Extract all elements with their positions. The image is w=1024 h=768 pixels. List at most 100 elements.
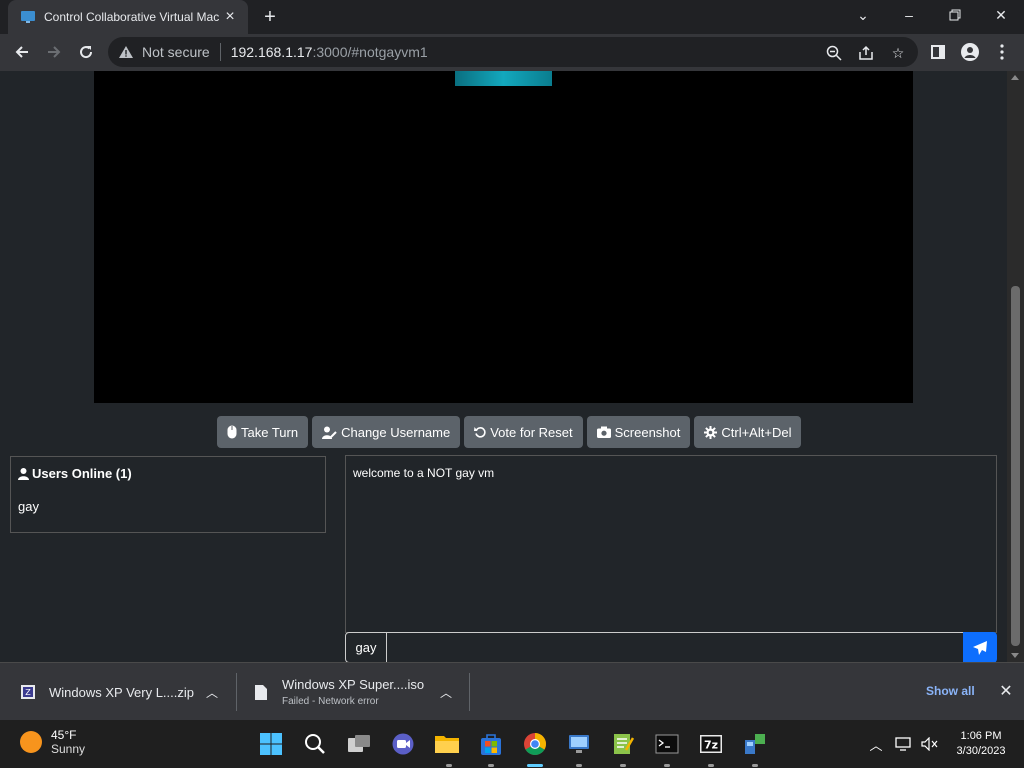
taskbar-search-button[interactable]: [300, 729, 330, 759]
tray-display-icon[interactable]: [894, 734, 914, 754]
chrome-running-indicator: [527, 764, 543, 767]
restore-icon: [949, 9, 961, 21]
folder-icon: [435, 736, 459, 753]
restore-button[interactable]: [932, 0, 978, 30]
download-shelf: Z Windows XP Very L....zip ︿ Windows XP …: [0, 662, 1024, 720]
profile-button[interactable]: [956, 38, 984, 66]
7zip-icon: 7z: [700, 735, 722, 753]
download-item[interactable]: Z Windows XP Very L....zip: [20, 663, 194, 721]
profile-avatar-icon: [961, 43, 979, 61]
weather-widget[interactable]: 45°F Sunny: [20, 728, 85, 756]
vm-display[interactable]: [94, 71, 913, 403]
vote-reset-button[interactable]: Vote for Reset: [464, 416, 583, 448]
share-icon[interactable]: [857, 44, 875, 62]
scroll-up-icon[interactable]: [1011, 75, 1019, 80]
monitor-favicon-icon: [21, 11, 35, 23]
start-button[interactable]: [256, 729, 286, 759]
chat-log: welcome to a NOT gay vm: [345, 455, 997, 633]
vm-display-window-fragment: [455, 71, 552, 86]
download-divider: [469, 673, 470, 711]
running-indicator: [446, 764, 452, 767]
screenshot-button[interactable]: Screenshot: [586, 416, 691, 448]
browser-tab[interactable]: Control Collaborative Virtual Machine ×: [8, 0, 248, 34]
weather-text: 45°F Sunny: [51, 728, 85, 756]
window-close-button[interactable]: ✕: [978, 0, 1024, 30]
file-explorer-button[interactable]: [432, 729, 462, 759]
tab-search-chevron-icon[interactable]: ⌄: [840, 0, 886, 30]
running-indicator: [620, 764, 626, 767]
download-chevron-up-icon[interactable]: ︿: [205, 685, 219, 700]
scrollbar-thumb[interactable]: [1011, 286, 1020, 646]
new-tab-button[interactable]: +: [258, 5, 282, 29]
weather-condition: Sunny: [51, 742, 86, 756]
security-label[interactable]: Not secure: [142, 44, 210, 60]
microsoft-store-button[interactable]: [476, 729, 506, 759]
forward-arrow-icon: [48, 46, 61, 58]
running-indicator: [664, 764, 670, 767]
video-chat-icon: [392, 733, 414, 755]
running-indicator: [708, 764, 714, 767]
system-clock[interactable]: 1:06 PM 3/30/2023: [948, 729, 1014, 759]
side-panel-button[interactable]: [924, 38, 952, 66]
rotate-left-icon: [474, 427, 486, 438]
tab-close-icon[interactable]: ×: [220, 7, 240, 27]
weather-temperature: 45°F: [51, 728, 77, 742]
network-tool-icon: [745, 734, 765, 754]
terminal-icon: [655, 734, 679, 754]
notepad-icon: [614, 734, 634, 754]
terminal-button[interactable]: [652, 729, 682, 759]
send-button[interactable]: [963, 632, 997, 662]
download-divider: [236, 673, 237, 711]
take-turn-label: Take Turn: [241, 424, 299, 440]
download-file-name: Windows XP Very L....zip: [49, 684, 194, 700]
magnifier-minus-icon: [826, 45, 842, 61]
chat-input[interactable]: [386, 632, 964, 662]
warning-triangle-icon: [119, 46, 133, 58]
clock-date: 3/30/2023: [956, 745, 1006, 757]
user-edit-icon: [322, 426, 337, 439]
clock-time: 1:06 PM: [960, 730, 1002, 742]
windows-taskbar: 45°F Sunny 7z ︿ 1:06 PM 3/30/2023: [0, 720, 1024, 768]
reload-button[interactable]: [72, 38, 100, 66]
reload-icon: [80, 46, 93, 59]
show-all-downloads-link[interactable]: Show all: [926, 684, 975, 698]
task-view-button[interactable]: [344, 729, 374, 759]
paper-plane-icon: [973, 640, 987, 655]
ctrl-alt-del-button[interactable]: Ctrl+Alt+Del: [694, 416, 802, 448]
volume-muted-icon[interactable]: [920, 734, 940, 754]
back-button[interactable]: [8, 38, 36, 66]
7zip-button[interactable]: 7z: [696, 729, 726, 759]
download-item[interactable]: Windows XP Super....iso Failed - Network…: [255, 663, 424, 721]
scroll-down-icon[interactable]: [1011, 653, 1019, 658]
share-arrow-icon: [859, 45, 873, 60]
search-icon: [305, 734, 325, 754]
speaker-muted-icon: [921, 737, 938, 751]
kebab-menu-icon: [1000, 44, 1004, 60]
chrome-taskbar-button[interactable]: [520, 729, 550, 759]
remote-desktop-button[interactable]: [564, 729, 594, 759]
change-username-button[interactable]: Change Username: [312, 416, 461, 448]
svg-text:Z: Z: [25, 688, 31, 697]
teams-chat-button[interactable]: [388, 729, 418, 759]
zoom-icon[interactable]: [825, 44, 843, 62]
minimize-button[interactable]: –: [886, 0, 932, 30]
bookmark-star-icon[interactable]: ☆: [889, 44, 907, 62]
page-content: Take Turn Change Username Vote for Reset…: [0, 71, 1007, 662]
address-bar[interactable]: Not secure 192.168.1.17 :3000/#notgayvm1: [108, 37, 918, 67]
forward-button[interactable]: [40, 38, 68, 66]
page-scrollbar[interactable]: [1007, 71, 1024, 662]
chat-input-group: gay: [345, 632, 997, 662]
take-turn-button[interactable]: Take Turn: [217, 416, 309, 448]
close-download-shelf-icon[interactable]: ✕: [998, 683, 1014, 700]
user-list-item: gay: [18, 499, 39, 514]
remote-desktop-icon: [569, 735, 589, 753]
tray-overflow-chevron-icon[interactable]: ︿: [866, 734, 886, 754]
running-indicator: [576, 764, 582, 767]
network-tool-button[interactable]: [740, 729, 770, 759]
running-indicator: [752, 764, 758, 767]
menu-button[interactable]: [988, 38, 1016, 66]
users-online-heading: Users Online (1): [18, 466, 132, 481]
url-path: :3000/#notgayvm1: [312, 44, 428, 60]
download-chevron-up-icon[interactable]: ︿: [439, 685, 453, 700]
notepad-plus-button[interactable]: [608, 729, 638, 759]
